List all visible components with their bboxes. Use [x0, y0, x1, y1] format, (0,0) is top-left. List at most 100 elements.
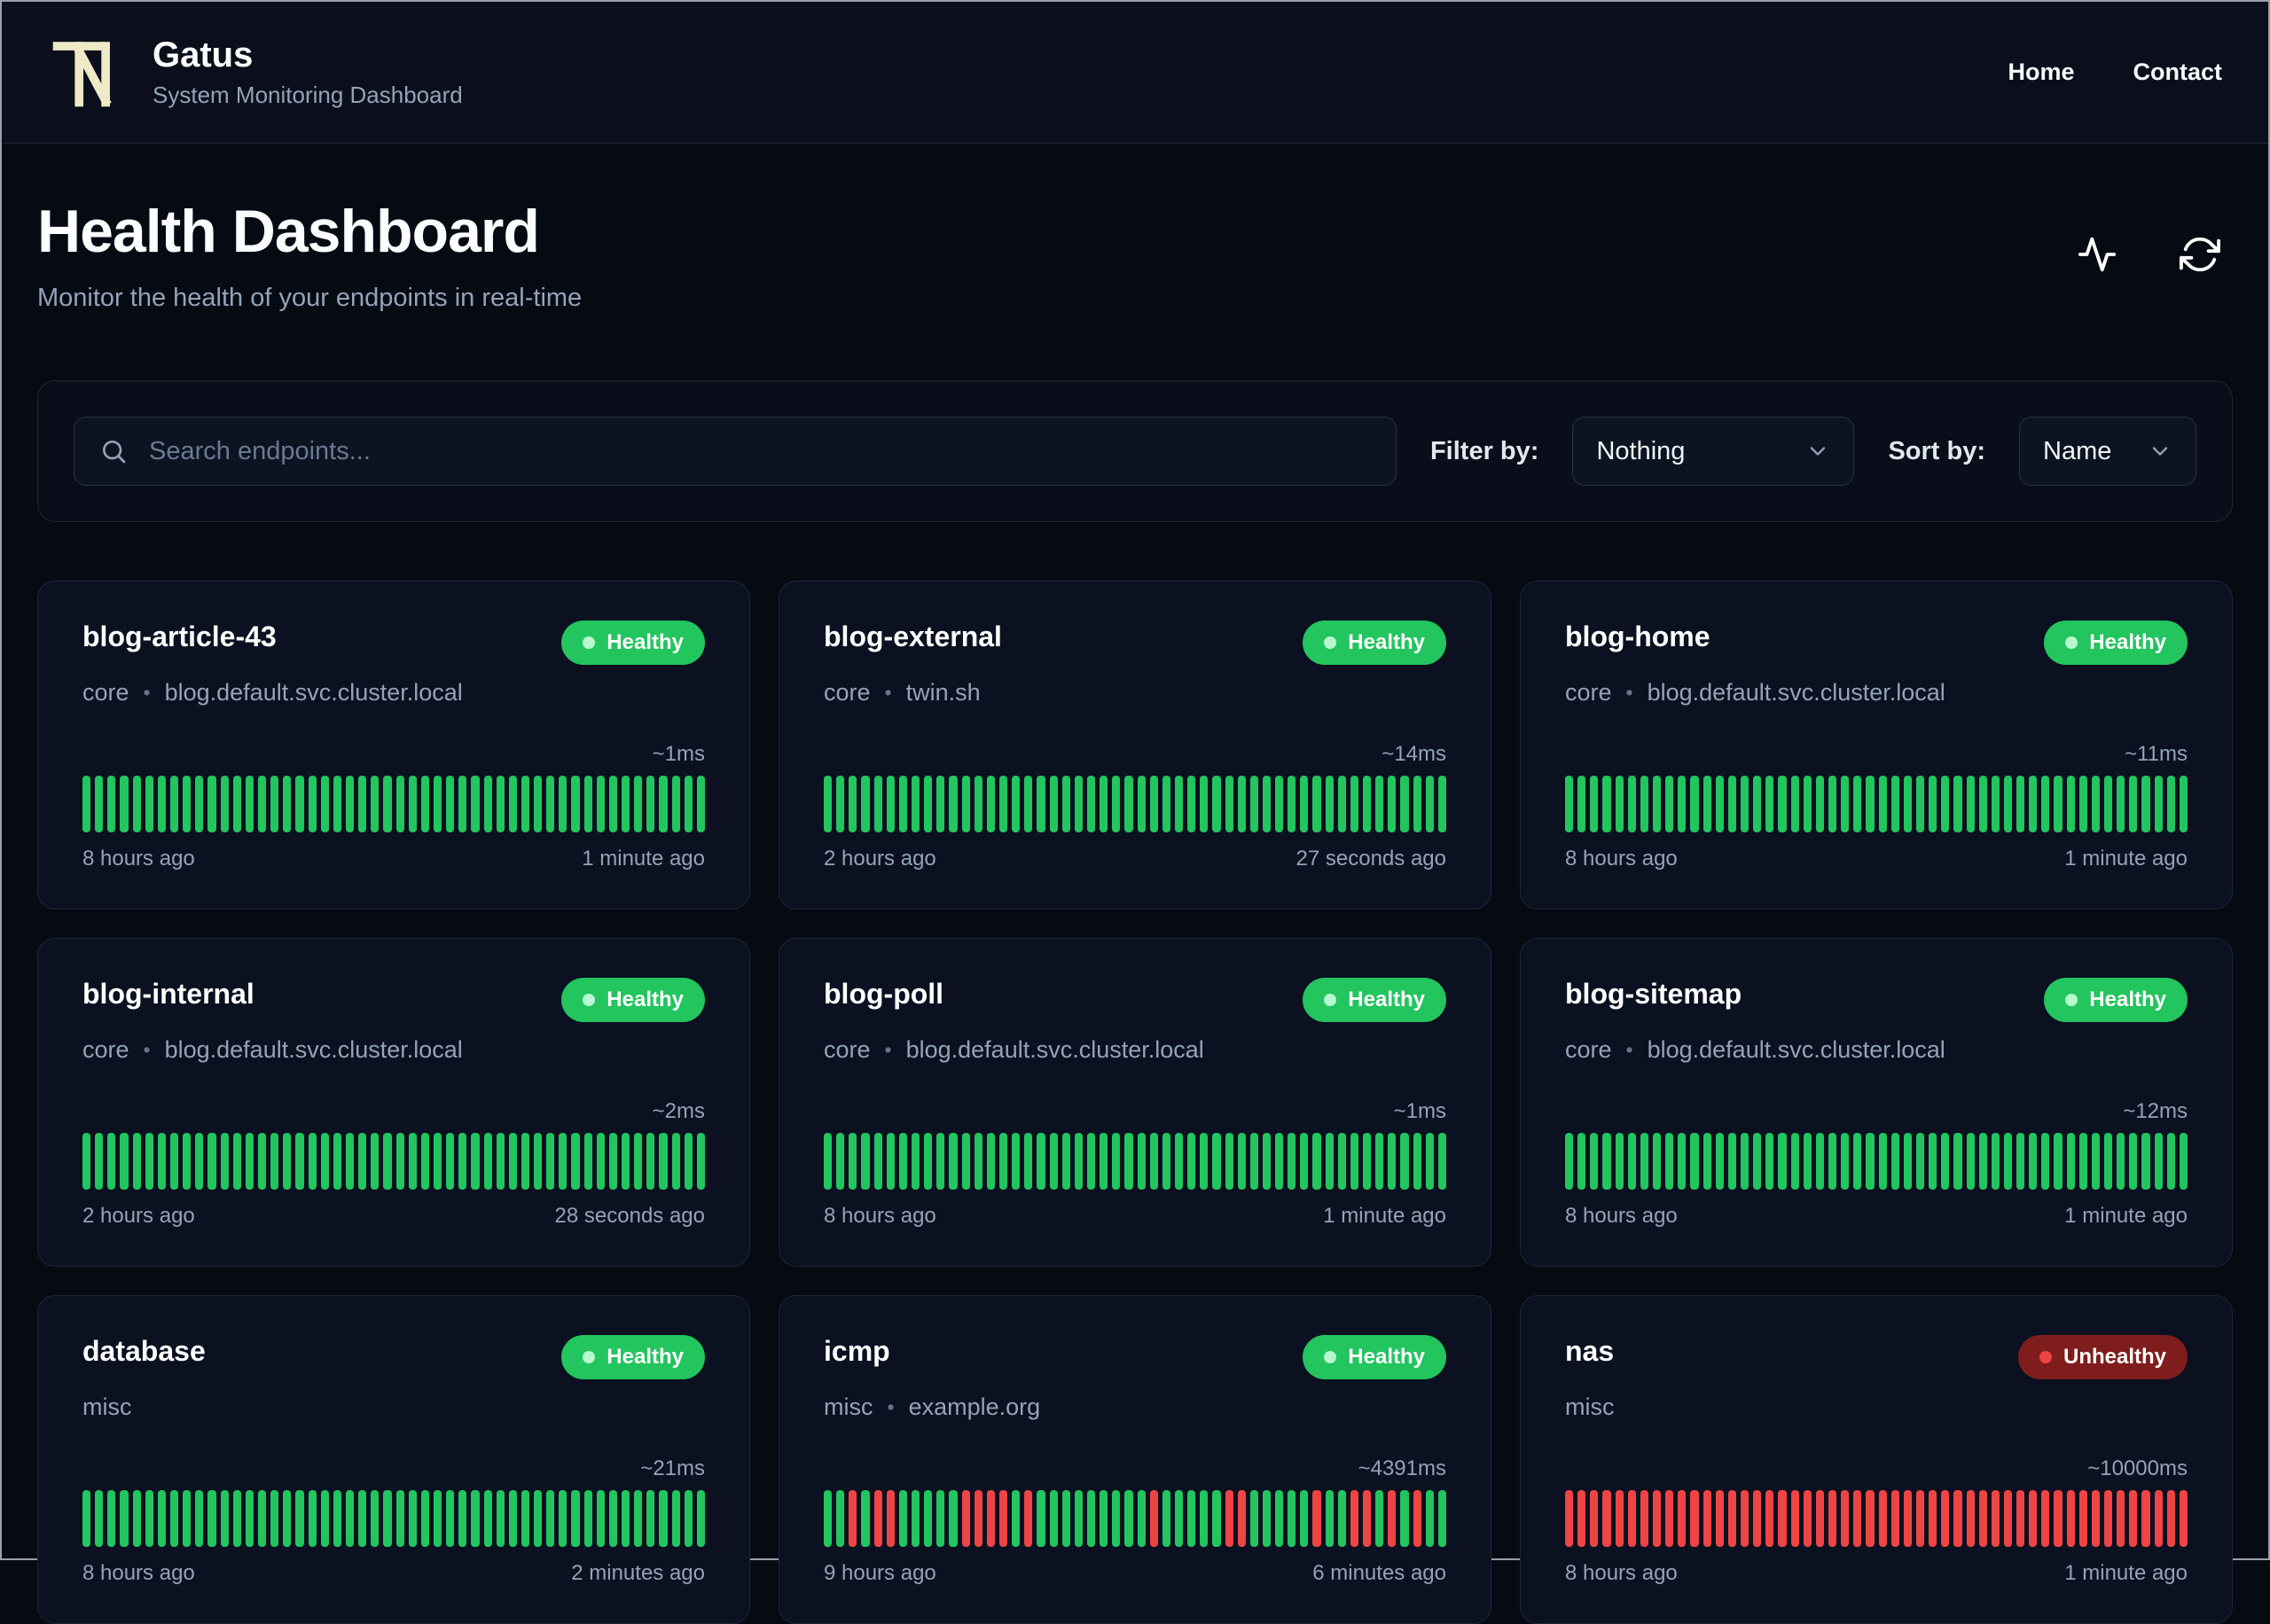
- uptime-bar: [1212, 1133, 1221, 1190]
- uptime-bar: [1903, 1490, 1912, 1547]
- uptime-bars: [824, 1490, 1447, 1547]
- status-dot-icon: [583, 636, 596, 649]
- uptime-bar: [420, 1133, 429, 1190]
- meta-separator: •: [1625, 1038, 1633, 1061]
- time-range: 8 hours ago 1 minute ago: [1565, 1204, 2188, 1229]
- uptime-bar: [1790, 1133, 1799, 1190]
- uptime-bar: [245, 1133, 254, 1190]
- uptime-bar: [1061, 776, 1070, 832]
- uptime-bar: [1012, 1490, 1021, 1547]
- uptime-bar: [2179, 776, 2188, 832]
- page-actions: [2077, 234, 2220, 275]
- uptime-bar: [408, 1490, 417, 1547]
- uptime-bar: [1112, 776, 1121, 832]
- endpoint-card[interactable]: blog-external Healthy core • twin.sh ~14…: [779, 581, 1491, 910]
- uptime-bar: [622, 1133, 630, 1190]
- status-label: Healthy: [1348, 630, 1425, 654]
- uptime-bar: [634, 1133, 643, 1190]
- filter-by-label: Filter by:: [1429, 436, 1539, 465]
- endpoint-host: blog.default.svc.cluster.local: [164, 1036, 463, 1063]
- uptime-bar: [696, 776, 706, 832]
- uptime-bar: [1400, 1133, 1409, 1190]
- status-label: Healthy: [2089, 988, 2166, 1011]
- uptime-bar: [1803, 1490, 1812, 1547]
- endpoint-name: blog-home: [1565, 621, 1710, 652]
- search-input[interactable]: [147, 435, 1371, 467]
- endpoint-meta: core • blog.default.svc.cluster.local: [1565, 679, 2188, 707]
- endpoint-card[interactable]: blog-article-43 Healthy core • blog.defa…: [37, 581, 750, 910]
- uptime-bar: [169, 1490, 179, 1547]
- endpoint-card[interactable]: blog-internal Healthy core • blog.defaul…: [37, 938, 750, 1267]
- uptime-bar: [1966, 1133, 1975, 1190]
- history-end-time: 28 seconds ago: [554, 1204, 705, 1228]
- uptime-bar: [2154, 1133, 2163, 1190]
- uptime-bar: [1325, 776, 1334, 832]
- uptime-bar: [1137, 1490, 1146, 1547]
- uptime-bar: [308, 1133, 317, 1190]
- uptime-bar: [1200, 1490, 1209, 1547]
- uptime-bar: [1262, 776, 1272, 832]
- history-start-time: 8 hours ago: [1565, 1561, 1678, 1585]
- uptime-bar: [1690, 1133, 1699, 1190]
- uptime-bar: [283, 776, 292, 832]
- uptime-bar: [696, 1490, 706, 1547]
- endpoint-card[interactable]: blog-sitemap Healthy core • blog.default…: [1520, 938, 2233, 1267]
- uptime-bar: [420, 1490, 429, 1547]
- uptime-bar: [949, 1490, 958, 1547]
- uptime-bar: [1815, 1133, 1824, 1190]
- uptime-bar: [1337, 1490, 1346, 1547]
- uptime-bar: [458, 1490, 467, 1547]
- refresh-icon[interactable]: [2180, 234, 2220, 275]
- uptime-bar: [145, 1133, 153, 1190]
- uptime-bar: [974, 776, 982, 832]
- activity-icon[interactable]: [2077, 234, 2117, 275]
- endpoint-card[interactable]: database Healthy misc • ~21ms 8 hours ag…: [37, 1295, 750, 1624]
- uptime-bar: [1953, 1133, 1962, 1190]
- time-range: 8 hours ago 1 minute ago: [1565, 847, 2188, 871]
- endpoint-group: misc: [82, 1394, 132, 1420]
- uptime-bar: [132, 1490, 141, 1547]
- uptime-bar: [1778, 1133, 1787, 1190]
- history-start-time: 2 hours ago: [824, 847, 936, 871]
- uptime-bar: [1966, 776, 1975, 832]
- uptime-bar: [2104, 1490, 2113, 1547]
- endpoint-card[interactable]: blog-home Healthy core • blog.default.sv…: [1520, 581, 2233, 910]
- endpoint-card[interactable]: blog-poll Healthy core • blog.default.sv…: [779, 938, 1491, 1267]
- uptime-bar: [1425, 1133, 1434, 1190]
- uptime-bar: [936, 776, 945, 832]
- endpoint-meta: core • blog.default.svc.cluster.local: [82, 1036, 705, 1064]
- nav-link-home[interactable]: Home: [2008, 59, 2074, 86]
- uptime-bar: [458, 1133, 467, 1190]
- endpoint-group: core: [82, 679, 129, 706]
- uptime-bar: [2117, 1490, 2125, 1547]
- sort-dropdown[interactable]: Name: [2019, 417, 2196, 486]
- uptime-bar: [145, 1490, 153, 1547]
- uptime-bar: [1237, 776, 1246, 832]
- uptime-bar: [1262, 1133, 1272, 1190]
- uptime-bar: [2054, 776, 2063, 832]
- uptime-bar: [2016, 1133, 2025, 1190]
- uptime-bar: [333, 1133, 341, 1190]
- status-label: Healthy: [607, 630, 684, 654]
- uptime-bar: [986, 1133, 995, 1190]
- uptime-bar: [1615, 1490, 1624, 1547]
- uptime-bar: [546, 776, 555, 832]
- meta-separator: •: [143, 1038, 151, 1061]
- filter-dropdown[interactable]: Nothing: [1572, 417, 1855, 486]
- uptime-bar: [308, 1490, 317, 1547]
- uptime-bar: [120, 776, 129, 832]
- meta-separator: •: [884, 1038, 892, 1061]
- latency-label: ~14ms: [1382, 742, 1446, 766]
- uptime-bar: [82, 1133, 91, 1190]
- uptime-bar: [320, 776, 329, 832]
- uptime-bar: [1765, 776, 1774, 832]
- uptime-bar: [1678, 776, 1687, 832]
- uptime-bar: [1953, 776, 1962, 832]
- nav-link-contact[interactable]: Contact: [2133, 59, 2223, 86]
- endpoint-card[interactable]: nas Unhealthy misc • ~10000ms 8 hours ag…: [1520, 1295, 2233, 1624]
- uptime-bar: [1061, 1133, 1070, 1190]
- uptime-bar: [571, 1490, 580, 1547]
- endpoint-card[interactable]: icmp Healthy misc • example.org ~4391ms …: [779, 1295, 1491, 1624]
- status-badge: Healthy: [561, 978, 705, 1022]
- uptime-bar: [1049, 1490, 1058, 1547]
